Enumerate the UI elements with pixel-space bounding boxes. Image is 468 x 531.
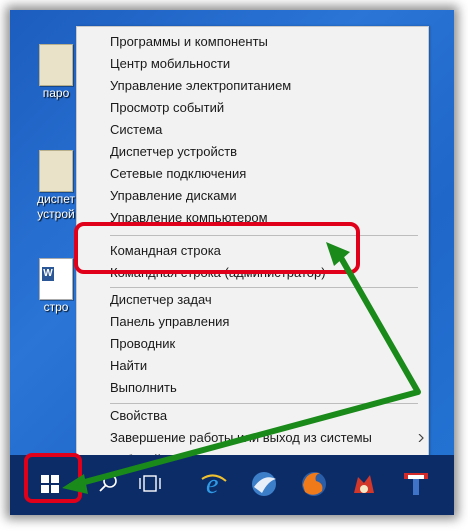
taskbar: e [10,455,454,515]
screenshot-frame: паро диспет устрой стро Программы и комп… [10,10,454,515]
menu-item-shutdown[interactable]: Завершение работы или выход из системы [110,427,420,449]
menu-item-file-explorer[interactable]: Проводник [110,333,175,355]
menu-item-control-panel[interactable]: Панель управления [110,311,229,333]
winx-context-menu: Программы и компоненты Центр мобильности… [76,26,429,467]
menu-item-power-options[interactable]: Управление электропитанием [110,75,291,97]
menu-item-search[interactable]: Найти [110,355,147,377]
svg-text:e: e [206,469,218,500]
folder-icon [39,44,73,86]
app-icon[interactable] [344,467,384,501]
terminal-icon[interactable] [396,467,436,501]
menu-separator [110,287,418,288]
menu-item-shutdown-label: Завершение работы или выход из системы [110,430,372,445]
shortcut-icon [39,150,73,192]
menu-item-device-manager[interactable]: Диспетчер устройств [110,141,237,163]
menu-item-run[interactable]: Выполнить [110,377,177,399]
menu-item-command-prompt-admin[interactable]: Командная строка (администратор) [110,262,326,284]
menu-item-properties[interactable]: Свойства [110,405,167,427]
menu-item-system[interactable]: Система [110,119,162,141]
windows-logo-icon [41,475,59,493]
browser-icon[interactable] [244,467,284,501]
menu-separator [110,235,418,236]
word-document-icon [39,258,73,300]
menu-item-disk-management[interactable]: Управление дисками [110,185,237,207]
menu-item-programs[interactable]: Программы и компоненты [110,31,268,53]
menu-item-network-connections[interactable]: Сетевые подключения [110,163,246,185]
menu-item-mobility-center[interactable]: Центр мобильности [110,53,230,75]
chevron-right-icon [418,434,424,442]
firefox-icon[interactable] [294,467,334,501]
menu-item-computer-management[interactable]: Управление компьютером [110,207,268,229]
menu-item-command-prompt[interactable]: Командная строка [110,240,221,262]
menu-item-task-manager[interactable]: Диспетчер задач [110,289,212,311]
start-button[interactable] [20,463,76,505]
edge-icon[interactable]: e [194,467,234,501]
task-view-icon[interactable] [130,467,170,501]
search-icon[interactable] [88,467,128,501]
menu-separator [110,403,418,404]
menu-item-event-viewer[interactable]: Просмотр событий [110,97,224,119]
